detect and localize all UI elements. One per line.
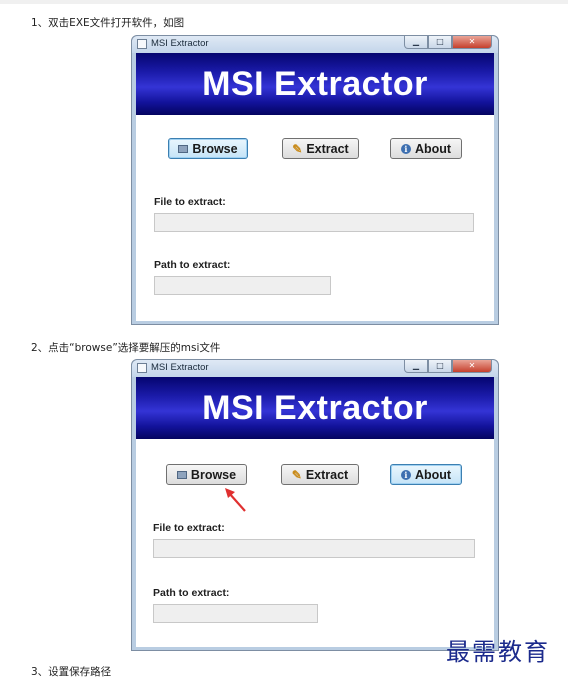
folder-icon <box>178 144 189 153</box>
path-to-extract-field[interactable] <box>153 604 318 623</box>
watermark-logo: 最需教育 <box>446 638 550 666</box>
extract-button[interactable]: ✎ Extract <box>282 138 359 159</box>
about-button-label: About <box>414 141 452 156</box>
about-button[interactable]: i About <box>390 138 462 159</box>
browse-button[interactable]: Browse <box>168 138 248 159</box>
step-3-caption: 3、设置保存路径 <box>31 666 112 678</box>
folder-icon <box>176 470 187 479</box>
title-bar: MSI Extractor ▁ □ ✕ <box>132 360 498 377</box>
close-button[interactable]: ✕ <box>452 36 492 49</box>
minimize-button[interactable]: ▁ <box>404 360 428 373</box>
wand-icon: ✎ <box>292 141 303 156</box>
window-controls: ▁ □ ✕ <box>404 360 492 374</box>
step-1-caption: 1、双击EXE文件打开软件，如图 <box>31 17 185 29</box>
window-title: MSI Extractor <box>151 362 209 373</box>
file-to-extract-field[interactable] <box>154 213 474 232</box>
browse-button-label: Browse <box>192 141 238 156</box>
extract-button-label: Extract <box>305 467 349 482</box>
browse-button-label: Browse <box>190 467 237 482</box>
path-to-extract-label: Path to extract: <box>153 587 230 599</box>
about-button-label: About <box>414 467 452 482</box>
file-to-extract-label: File to extract: <box>153 522 225 534</box>
wand-icon: ✎ <box>291 467 302 482</box>
info-icon: i <box>400 143 411 154</box>
msi-extractor-window-1: MSI Extractor ▁ □ ✕ MSI Extractor Browse… <box>131 35 499 325</box>
extract-button-label: Extract <box>306 141 349 156</box>
minimize-button[interactable]: ▁ <box>404 36 428 49</box>
app-icon <box>137 363 147 373</box>
msi-extractor-window-2: MSI Extractor ▁ □ ✕ MSI Extractor Browse… <box>131 359 499 651</box>
info-icon: i <box>400 469 411 480</box>
page-top-border <box>0 0 568 4</box>
window-client-area: MSI Extractor Browse ✎ Extract i About F… <box>136 377 494 647</box>
maximize-button[interactable]: □ <box>428 360 452 373</box>
window-controls: ▁ □ ✕ <box>404 36 492 50</box>
maximize-button[interactable]: □ <box>428 36 452 49</box>
window-client-area: MSI Extractor Browse ✎ Extract i About F… <box>136 53 494 321</box>
close-button[interactable]: ✕ <box>452 360 492 373</box>
app-icon <box>137 39 147 49</box>
app-banner: MSI Extractor <box>136 53 494 115</box>
step-2-caption: 2、点击“browse”选择要解压的msi文件 <box>31 342 221 354</box>
about-button[interactable]: i About <box>390 464 462 485</box>
title-bar: MSI Extractor ▁ □ ✕ <box>132 36 498 53</box>
path-to-extract-label: Path to extract: <box>154 259 231 271</box>
window-title: MSI Extractor <box>151 38 209 49</box>
file-to-extract-field[interactable] <box>153 539 475 558</box>
path-to-extract-field[interactable] <box>154 276 331 295</box>
extract-button[interactable]: ✎ Extract <box>281 464 359 485</box>
app-banner: MSI Extractor <box>136 377 494 439</box>
browse-button[interactable]: Browse <box>166 464 247 485</box>
file-to-extract-label: File to extract: <box>154 196 226 208</box>
annotation-arrow <box>225 488 246 512</box>
